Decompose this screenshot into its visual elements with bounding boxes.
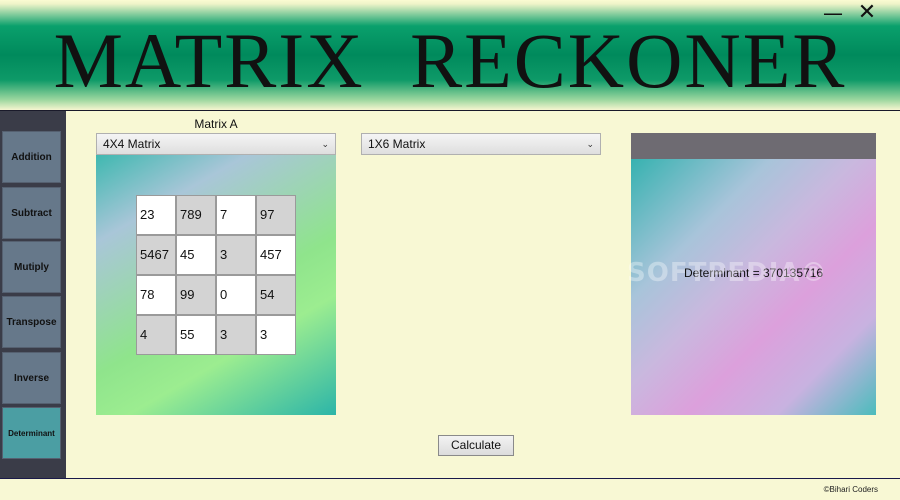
matrix-a-size-select[interactable]: 4X4 Matrix ⌄ — [96, 133, 336, 155]
sidebar-item-label: Addition — [11, 151, 52, 163]
sidebar-item-label: Determinant — [8, 428, 55, 438]
matrix-a-cell[interactable]: 3 — [256, 315, 296, 355]
header-divider — [0, 110, 900, 111]
title-banner: MATRIX RECKONER — ✕ — [0, 0, 900, 110]
matrix-a-cell[interactable]: 3 — [216, 315, 256, 355]
sidebar-item-addition[interactable]: Addition — [2, 131, 61, 183]
matrix-a-cell[interactable]: 45 — [176, 235, 216, 275]
matrix-b-size-value: 1X6 Matrix — [368, 137, 426, 151]
matrix-a-cell[interactable]: 0 — [216, 275, 256, 315]
footer-divider — [0, 478, 900, 479]
matrix-a-cell[interactable]: 97 — [256, 195, 296, 235]
matrix-a-cell[interactable]: 99 — [176, 275, 216, 315]
footer-credit: ©Bihari Coders — [823, 485, 878, 494]
sidebar-item-label: Inverse — [13, 372, 50, 384]
close-icon[interactable]: ✕ — [854, 2, 880, 24]
matrix-a-cell[interactable]: 4 — [136, 315, 176, 355]
matrix-a-cell[interactable]: 3 — [216, 235, 256, 275]
calculate-button[interactable]: Calculate — [438, 435, 514, 456]
sidebar-item-label: Mutiply — [14, 261, 49, 273]
matrix-a-cell[interactable]: 457 — [256, 235, 296, 275]
matrix-a-cell[interactable]: 789 — [176, 195, 216, 235]
matrix-a-size-value: 4X4 Matrix — [103, 137, 161, 151]
matrix-a-cell[interactable]: 55 — [176, 315, 216, 355]
matrix-a-panel: 23 789 7 97 5467 45 3 457 78 99 0 54 4 5… — [96, 155, 336, 415]
sidebar-item-label: Subtract — [11, 207, 52, 219]
sidebar-item-multiply[interactable]: Mutiply — [2, 241, 61, 293]
watermark: SOFTPEDIA® — [627, 258, 828, 288]
sidebar-item-label: Transpose — [6, 316, 57, 328]
matrix-a-cell[interactable]: 54 — [256, 275, 296, 315]
chevron-down-icon: ⌄ — [321, 139, 329, 149]
sidebar-item-inverse[interactable]: Inverse — [2, 352, 61, 404]
matrix-a-cell[interactable]: 78 — [136, 275, 176, 315]
matrix-b-size-select[interactable]: 1X6 Matrix ⌄ — [361, 133, 601, 155]
matrix-a-cell[interactable]: 23 — [136, 195, 176, 235]
sidebar-item-determinant[interactable]: Determinant — [2, 407, 61, 459]
matrix-a-label: Matrix A — [194, 117, 238, 131]
chevron-down-icon: ⌄ — [586, 139, 594, 149]
minimize-icon[interactable]: — — [820, 2, 846, 24]
result-header-bar — [631, 133, 876, 159]
app-title: MATRIX RECKONER — [53, 17, 847, 104]
sidebar: Addition Subtract Mutiply Transpose Inve… — [0, 111, 66, 478]
matrix-a-cell[interactable]: 7 — [216, 195, 256, 235]
sidebar-item-subtract[interactable]: Subtract — [2, 187, 61, 239]
sidebar-item-transpose[interactable]: Transpose — [2, 296, 61, 348]
matrix-a-cell[interactable]: 5467 — [136, 235, 176, 275]
